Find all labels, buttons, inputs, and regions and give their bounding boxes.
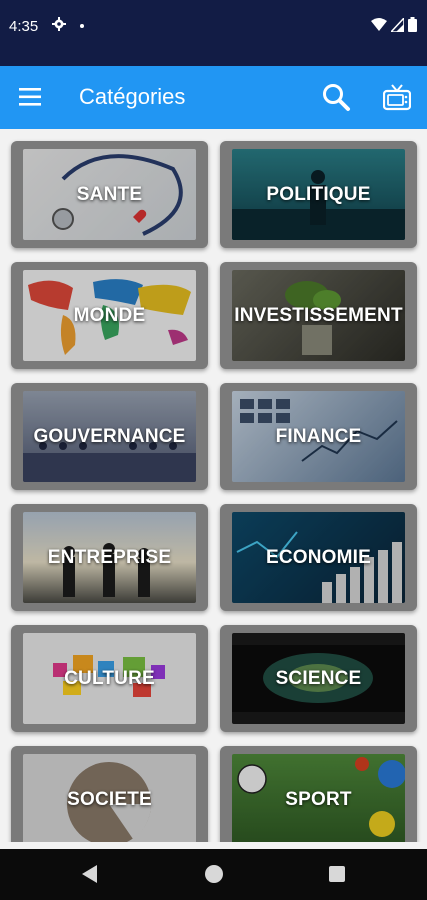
recents-icon[interactable] xyxy=(329,866,345,882)
category-card-sante[interactable]: SANTE xyxy=(11,141,208,248)
category-card-sport[interactable]: SPORT xyxy=(220,746,417,842)
category-card-entreprise[interactable]: ENTREPRISE xyxy=(11,504,208,611)
menu-icon[interactable] xyxy=(19,88,43,106)
category-card-politique[interactable]: POLITIQUE xyxy=(220,141,417,248)
home-icon[interactable] xyxy=(205,865,223,883)
system-nav-bar xyxy=(0,849,427,900)
category-label: SCIENCE xyxy=(275,667,362,689)
category-label: CULTURE xyxy=(64,667,155,689)
category-label: POLITIQUE xyxy=(266,183,371,205)
search-icon[interactable] xyxy=(321,82,351,112)
tv-icon[interactable] xyxy=(383,83,411,111)
app-bar: Catégories xyxy=(0,66,427,129)
category-card-investissement[interactable]: INVESTISSEMENT xyxy=(220,262,417,369)
category-card-gouvernance[interactable]: GOUVERNANCE xyxy=(11,383,208,490)
category-label: GOUVERNANCE xyxy=(33,425,186,447)
category-card-culture[interactable]: CULTURE xyxy=(11,625,208,732)
status-icons xyxy=(371,17,417,32)
category-label: SPORT xyxy=(285,788,352,810)
battery-icon xyxy=(408,17,417,32)
status-time: 4:35 xyxy=(9,18,39,35)
wifi-icon xyxy=(371,17,387,31)
back-icon[interactable] xyxy=(82,865,98,883)
category-card-societe[interactable]: SOCIETE xyxy=(11,746,208,842)
page-title: Catégories xyxy=(79,84,186,109)
category-label: FINANCE xyxy=(275,425,362,447)
category-card-finance[interactable]: FINANCE xyxy=(220,383,417,490)
category-label: MONDE xyxy=(73,304,146,326)
notification-dot-icon xyxy=(80,24,84,28)
signal-icon xyxy=(391,17,404,32)
category-label: SOCIETE xyxy=(67,788,152,810)
category-card-monde[interactable]: MONDE xyxy=(11,262,208,369)
category-label: ECONOMIE xyxy=(265,546,372,568)
category-grid: SANTE POLITIQUE MONDE INVESTISSEMENT GOU… xyxy=(0,129,427,842)
category-label: ENTREPRISE xyxy=(47,546,172,568)
category-card-science[interactable]: SCIENCE xyxy=(220,625,417,732)
status-bar: 4:35 xyxy=(0,0,427,66)
category-label: SANTE xyxy=(76,183,143,205)
category-label: INVESTISSEMENT xyxy=(234,304,403,326)
category-card-economie[interactable]: ECONOMIE xyxy=(220,504,417,611)
gear-icon xyxy=(52,17,66,31)
